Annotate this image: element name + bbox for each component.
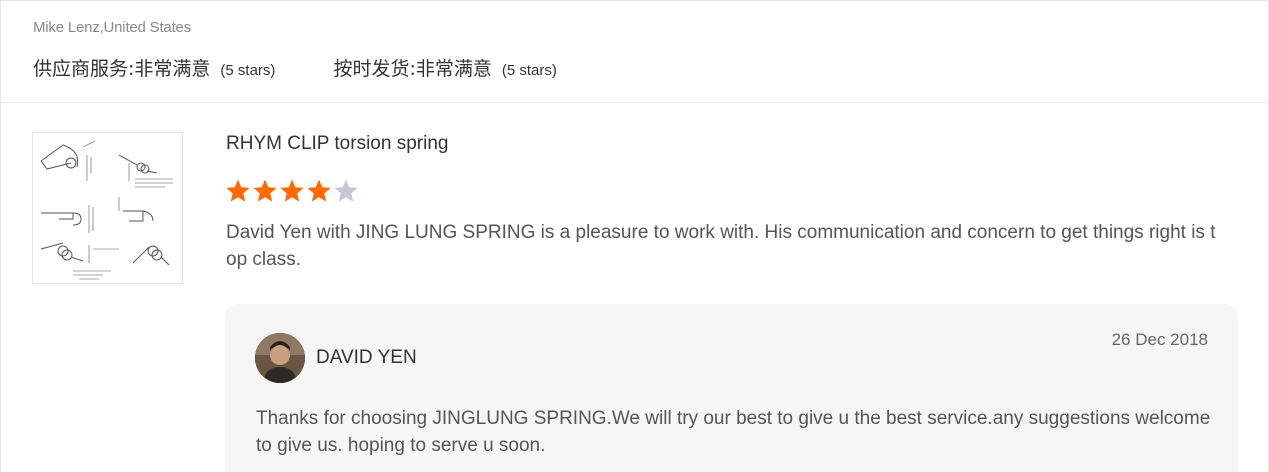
rating-value: 非常满意 [134,58,211,80]
rating-label: 供应商服务: [33,58,135,80]
star-rating [224,177,359,205]
rating-stars-text: (5 stars) [220,62,276,79]
star-filled-icon [251,177,279,205]
avatar [255,333,305,383]
rating-on-time-delivery: 按时发货: 非常满意 (5 stars) [333,54,556,81]
reply-date: 26 Dec 2018 [1111,330,1208,349]
star-empty-icon [332,177,360,205]
reply-author-name: DAVID YEN [316,347,417,368]
rating-supplier-service: 供应商服务: 非常满意 (5 stars) [33,54,275,81]
reviewer-name: Mike Lenz,United States [33,19,191,36]
product-image[interactable] [32,132,183,284]
review-text: David Yen with JING LUNG SPRING is a ple… [226,222,1216,270]
star-filled-icon [224,177,252,205]
supplier-reply: DAVID YEN 26 Dec 2018 Thanks for choosin… [225,304,1238,472]
star-filled-icon [305,177,333,205]
product-title[interactable]: RHYM CLIP torsion spring [226,133,448,155]
rating-label: 按时发货: [333,58,416,80]
user-avatar-icon [255,333,305,383]
spring-drawing-thumbnail [40,140,173,280]
supplier-ratings: 供应商服务: 非常满意 (5 stars) 按时发货: 非常满意 (5 star… [33,54,557,82]
reply-text: Thanks for choosing JINGLUNG SPRING.We w… [256,408,1211,456]
rating-value: 非常满意 [415,58,492,80]
review-card: Mike Lenz,United States 供应商服务: 非常满意 (5 s… [0,0,1269,472]
rating-stars-text: (5 stars) [501,62,557,79]
star-filled-icon [278,177,306,205]
reviewer-section: Mike Lenz,United States 供应商服务: 非常满意 (5 s… [1,1,1269,103]
